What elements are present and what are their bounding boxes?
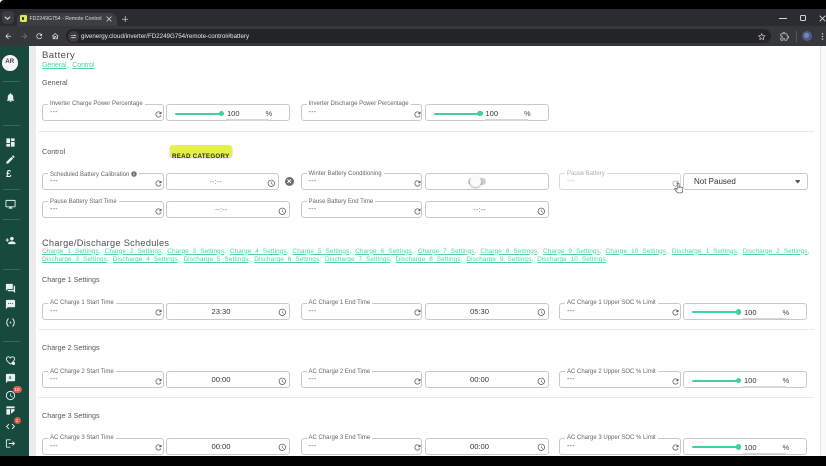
svg-text:a: a (8, 375, 11, 381)
